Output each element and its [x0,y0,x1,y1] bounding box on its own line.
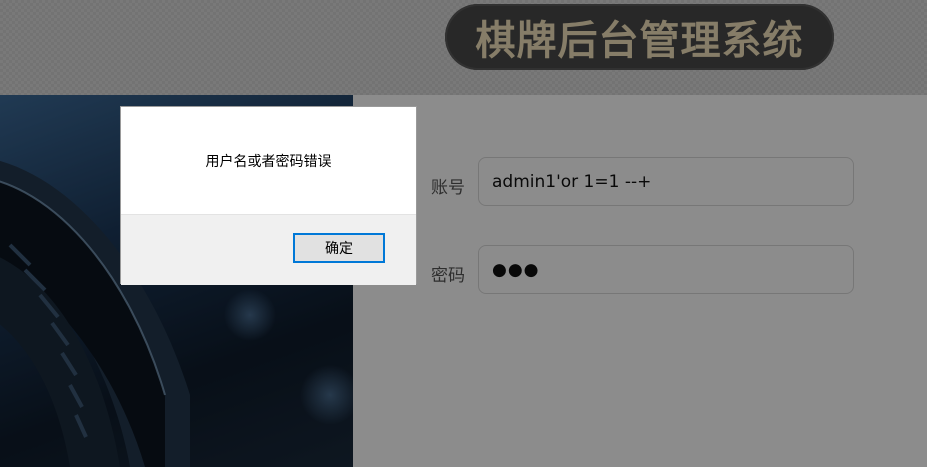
login-page: 棋牌后台管理系统 账号 admin1'or 1=1 --+ 密码 ●●● 用户名… [0,0,927,467]
alert-dialog-footer: 确定 [121,214,416,285]
alert-message: 用户名或者密码错误 [205,153,332,170]
alert-dialog: 用户名或者密码错误 确定 [120,106,417,285]
ok-button[interactable]: 确定 [293,233,385,263]
